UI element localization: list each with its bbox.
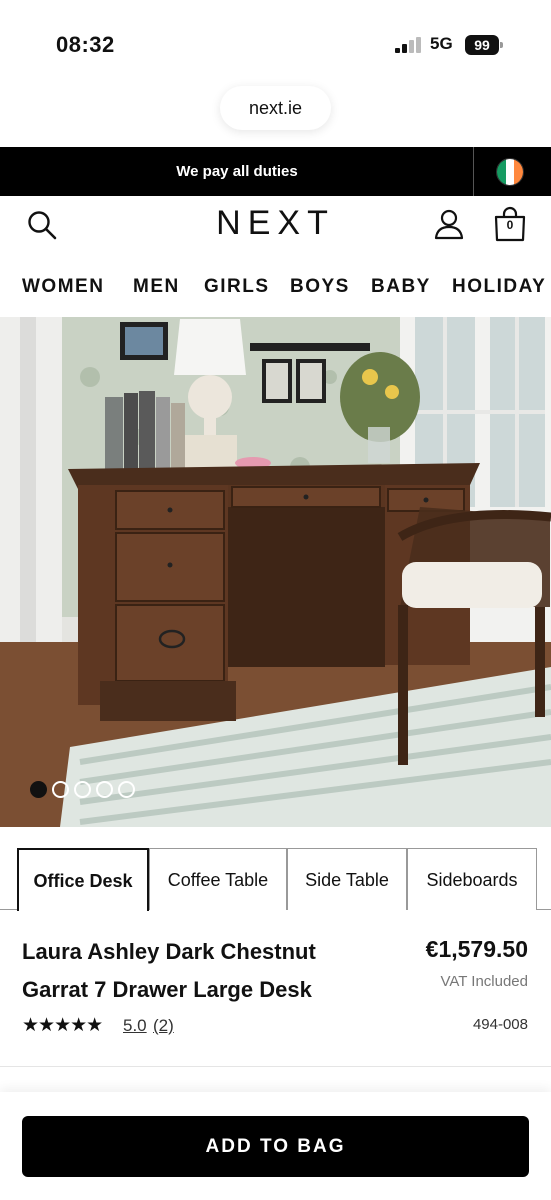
product-sku: 494-008 [472, 1016, 528, 1033]
nav-item-girls[interactable]: GIRLS [204, 276, 270, 298]
account-icon[interactable] [433, 208, 465, 240]
battery-icon: 99 [465, 35, 503, 55]
ireland-flag-icon[interactable] [496, 158, 524, 186]
add-to-bag-button[interactable]: ADD TO BAG [22, 1116, 529, 1177]
site-header: NEXT 0 [0, 196, 551, 258]
nav-item-holiday[interactable]: HOLIDAY [452, 276, 546, 298]
divider [0, 1066, 551, 1067]
product-image[interactable] [0, 317, 551, 827]
gallery-dot-4[interactable] [96, 781, 113, 798]
gallery-dot-2[interactable] [52, 781, 69, 798]
gallery-dot-5[interactable] [118, 781, 135, 798]
promo-text: We pay all duties [176, 163, 298, 180]
promo-divider [473, 147, 474, 196]
next-logo[interactable]: NEXT [0, 204, 551, 243]
desk-photo [0, 317, 551, 827]
tab-side-table[interactable]: Side Table [287, 848, 407, 910]
gallery-dot-3[interactable] [74, 781, 91, 798]
bag-count-badge: 0 [506, 218, 514, 232]
promo-banner[interactable]: We pay all duties [0, 147, 551, 196]
nav-item-baby[interactable]: BABY [371, 276, 431, 298]
category-nav: WOMEN MEN GIRLS BOYS BABY HOLIDAY [0, 268, 551, 308]
rating-value[interactable]: 5.0 [123, 1016, 147, 1036]
related-tabs: Office Desk Coffee Table Side Table Side… [17, 848, 551, 911]
gallery-dot-1[interactable] [30, 781, 47, 798]
nav-item-boys[interactable]: BOYS [290, 276, 350, 298]
tab-coffee-table[interactable]: Coffee Table [149, 848, 287, 910]
product-title: Laura Ashley Dark Chestnut Garrat 7 Draw… [22, 933, 372, 1009]
nav-item-men[interactable]: MEN [133, 276, 180, 298]
url-bar[interactable]: next.ie [220, 86, 331, 130]
product-title-line-2: Garrat 7 Drawer Large Desk [22, 977, 312, 1002]
tab-office-desk[interactable]: Office Desk [17, 848, 149, 911]
network-type: 5G [430, 34, 453, 53]
status-time: 08:32 [56, 32, 115, 57]
signal-icon [395, 37, 423, 53]
vat-note: VAT Included [440, 973, 528, 990]
product-price: €1,579.50 [425, 936, 528, 962]
nav-item-women[interactable]: WOMEN [22, 276, 104, 298]
tab-sideboards[interactable]: Sideboards [407, 848, 537, 910]
status-bar: 08:32 5G 99 [0, 0, 551, 90]
star-rating-icon: ★★★★★ [22, 1015, 103, 1036]
product-title-line-1: Laura Ashley Dark Chestnut [22, 939, 316, 964]
review-count-link[interactable]: (2) [153, 1016, 174, 1036]
